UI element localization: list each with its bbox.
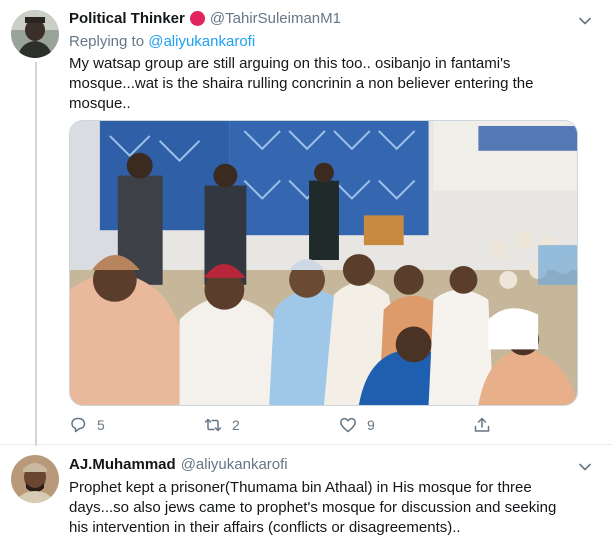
author-handle[interactable]: @aliyukankarofi: [181, 456, 288, 473]
avatar[interactable]: [11, 10, 59, 58]
author-handle[interactable]: @TahirSuleimanM1: [210, 10, 341, 27]
retweet-count: 2: [232, 417, 240, 433]
tweet-text: My watsap group are still arguing on thi…: [69, 55, 534, 112]
chevron-down-icon[interactable]: [578, 460, 592, 474]
share-icon: [474, 417, 490, 432]
reply-button[interactable]: 5: [69, 416, 105, 434]
thread-connector-line: [35, 62, 37, 446]
replying-prefix: Replying to: [69, 33, 145, 50]
author-name[interactable]: Political Thinker: [69, 10, 185, 27]
reply-count: 5: [97, 417, 105, 433]
retweet-icon: [204, 418, 222, 432]
tweet-text: Prophet kept a prisoner(Thumama bin Atha…: [69, 479, 557, 536]
like-button[interactable]: 9: [339, 416, 375, 434]
like-count: 9: [367, 417, 375, 433]
emoji-badge-icon: [189, 11, 205, 26]
tweet-header: Political Thinker @TahirSuleimanM1: [69, 10, 341, 27]
tweet-divider: [0, 444, 612, 445]
heart-icon: [340, 417, 356, 433]
share-button[interactable]: [473, 416, 501, 434]
tweet-actions: 5 2 9: [69, 416, 569, 438]
avatar[interactable]: [11, 455, 59, 503]
replying-handle-link[interactable]: @aliyukankarofi: [148, 33, 255, 50]
author-name[interactable]: AJ.Muhammad: [69, 456, 176, 473]
reply-icon: [71, 417, 86, 433]
tweet-header: AJ.Muhammad @aliyukankarofi: [69, 456, 288, 473]
retweet-button[interactable]: 2: [204, 416, 240, 434]
replying-to: Replying to @aliyukankarofi: [69, 33, 255, 50]
chevron-down-icon[interactable]: [578, 14, 592, 28]
tweet-photo[interactable]: [69, 120, 578, 406]
